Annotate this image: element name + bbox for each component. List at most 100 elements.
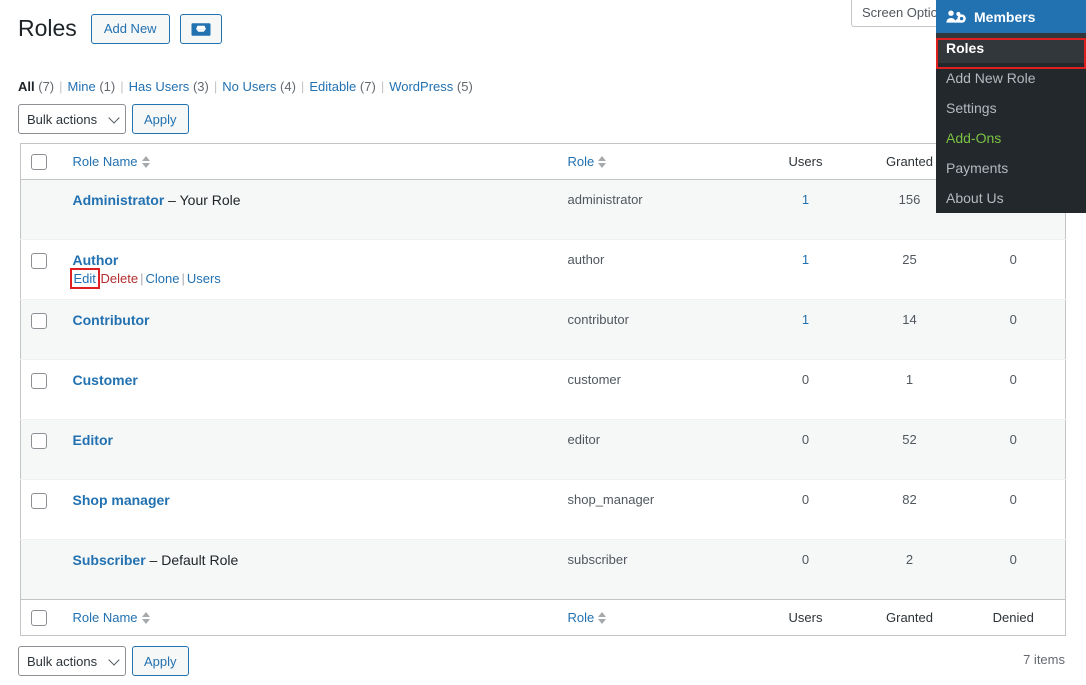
row-checkbox-shop-manager[interactable]: [31, 493, 47, 509]
members-menu-item-roles[interactable]: Roles: [936, 33, 1086, 63]
add-new-button[interactable]: Add New: [90, 14, 170, 44]
denied-count-shop-manager: 0: [961, 479, 1066, 540]
column-label-role-top: Role: [567, 154, 595, 169]
bulk-actions-select-top[interactable]: Bulk actions: [18, 104, 126, 134]
filter-item-all[interactable]: All (7): [18, 79, 54, 94]
column-header-role-name-bottom: Role Name: [62, 599, 558, 636]
sort-arrows-icon: [141, 155, 151, 169]
sort-link-role-name-top[interactable]: Role Name: [73, 154, 151, 169]
filter-count-editable: (7): [359, 79, 376, 94]
filter-count-has-users: (3): [192, 79, 209, 94]
row-checkbox-cell: [20, 179, 63, 240]
table-row: Author Edit Delete | Clone | Users author 1 …: [20, 239, 1066, 300]
edit-link-author[interactable]: Edit: [69, 268, 100, 289]
role-link-administrator[interactable]: Administrator: [73, 192, 165, 208]
users-count-cell: 1: [753, 179, 858, 240]
granted-count-shop-manager: 82: [857, 479, 962, 540]
role-link-editor[interactable]: Editor: [73, 432, 113, 448]
filter-link-has-users[interactable]: Has Users: [129, 79, 190, 94]
column-label-role-name-bottom: Role Name: [72, 610, 138, 625]
row-checkbox-cell: [21, 540, 63, 600]
bulk-actions-select-bottom[interactable]: Bulk actions: [18, 646, 126, 676]
row-checkbox-contributor[interactable]: [31, 313, 47, 329]
users-count-customer: 0: [753, 359, 858, 420]
row-name-cell: Subscriber – Default Role: [63, 540, 558, 600]
table-header-row: Role Name Role Users Granted Denied: [20, 143, 1066, 180]
users-count-cell: 1: [753, 239, 858, 300]
filter-link-mine[interactable]: Mine: [68, 79, 96, 94]
apply-button-bottom[interactable]: Apply: [132, 646, 189, 676]
users-link-author[interactable]: 1: [802, 252, 809, 267]
role-suffix-administrator: – Your Role: [164, 192, 241, 208]
import-roles-button[interactable]: [179, 14, 222, 44]
table-head: Role Name Role Users Granted Denied: [20, 143, 1066, 180]
role-link-author[interactable]: Author: [73, 252, 119, 268]
role-link-shop-manager[interactable]: Shop manager: [73, 492, 170, 508]
row-checkbox-author[interactable]: [31, 253, 47, 269]
filter-link-all[interactable]: All: [18, 79, 35, 94]
table-row: Administrator – Your Role administrator …: [20, 179, 1066, 240]
filter-item-mine[interactable]: Mine (1): [68, 79, 116, 94]
granted-count-editor: 52: [857, 419, 962, 480]
select-all-checkbox-top[interactable]: [31, 154, 47, 170]
filter-count-all: (7): [38, 79, 55, 94]
role-link-subscriber[interactable]: Subscriber: [73, 552, 146, 568]
members-menu-item-settings[interactable]: Settings: [936, 93, 1086, 123]
clone-link-author[interactable]: Clone: [146, 271, 180, 286]
members-menu-item-payments[interactable]: Payments: [936, 153, 1086, 183]
members-flyout-menu: Members Roles Add New Role Settings Add-…: [936, 0, 1086, 213]
delete-link-author[interactable]: Delete: [101, 271, 139, 286]
filter-count-mine: (1): [99, 79, 116, 94]
chevron-down-icon: [108, 654, 120, 666]
tablenav-top: Bulk actions Apply: [18, 104, 189, 134]
role-link-contributor[interactable]: Contributor: [73, 312, 150, 328]
row-checkbox-cell: [20, 419, 63, 480]
sort-link-role-top[interactable]: Role: [568, 154, 608, 169]
granted-count-customer: 1: [857, 359, 962, 420]
wordpress-admin-page: Screen Options Roles Add New All (7) | Min…: [0, 0, 1086, 685]
role-suffix-subscriber: – Default Role: [145, 552, 239, 568]
table-row: Editor editor 0 52 0: [20, 419, 1066, 480]
filter-item-no-users[interactable]: No Users (4): [222, 79, 296, 94]
filter-item-editable[interactable]: Editable (7): [309, 79, 376, 94]
table-row: Shop manager shop_manager 0 82 0: [20, 479, 1066, 540]
filter-link-wordpress[interactable]: WordPress: [389, 79, 453, 94]
sort-link-role-bottom[interactable]: Role: [568, 610, 608, 625]
members-menu-item-add-new-role[interactable]: Add New Role: [936, 63, 1086, 93]
column-header-denied-bottom: Denied: [961, 599, 1066, 636]
row-actions-author: Edit Delete | Clone | Users: [69, 268, 548, 289]
sort-link-role-name-bottom[interactable]: Role Name: [73, 610, 151, 625]
row-name-cell: Customer: [62, 359, 558, 420]
table-row: Contributor contributor 1 14 0: [20, 299, 1066, 360]
filter-link-editable[interactable]: Editable: [309, 79, 356, 94]
role-link-customer[interactable]: Customer: [73, 372, 138, 388]
members-menu-item-about-us[interactable]: About Us: [936, 183, 1086, 213]
filter-count-no-users: (4): [280, 79, 296, 94]
granted-count-author: 25: [857, 239, 962, 300]
row-name-cell: Contributor: [62, 299, 558, 360]
filter-item-has-users[interactable]: Has Users (3): [129, 79, 209, 94]
members-menu-title: Members: [974, 8, 1036, 25]
column-header-role-bottom: Role: [557, 599, 754, 636]
filter-separator: |: [120, 79, 124, 94]
filter-item-wordpress[interactable]: WordPress (5): [389, 79, 473, 94]
column-header-users-bottom: Users: [753, 599, 858, 636]
row-name-cell: Administrator – Your Role: [62, 179, 558, 240]
members-menu-item-add-ons[interactable]: Add-Ons: [936, 123, 1086, 153]
select-all-checkbox-bottom[interactable]: [31, 610, 47, 626]
table-foot: Role Name Role Users Granted Denied: [20, 599, 1066, 636]
row-checkbox-customer[interactable]: [31, 373, 47, 389]
users-link-contributor[interactable]: 1: [802, 312, 809, 327]
users-link-administrator[interactable]: 1: [802, 192, 809, 207]
filter-separator: |: [300, 79, 305, 94]
item-count: 7 items: [1023, 652, 1065, 667]
row-checkbox-editor[interactable]: [31, 433, 47, 449]
granted-count-contributor: 14: [857, 299, 962, 360]
sort-arrows-icon: [598, 611, 607, 625]
users-action-link-author[interactable]: Users: [187, 271, 221, 286]
users-count-subscriber: 0: [801, 552, 810, 567]
sort-arrows-icon: [598, 155, 607, 169]
apply-button-top[interactable]: Apply: [132, 104, 189, 134]
row-name-cell: Author Edit Delete | Clone | Users: [62, 239, 558, 300]
filter-link-no-users[interactable]: No Users: [222, 79, 276, 94]
